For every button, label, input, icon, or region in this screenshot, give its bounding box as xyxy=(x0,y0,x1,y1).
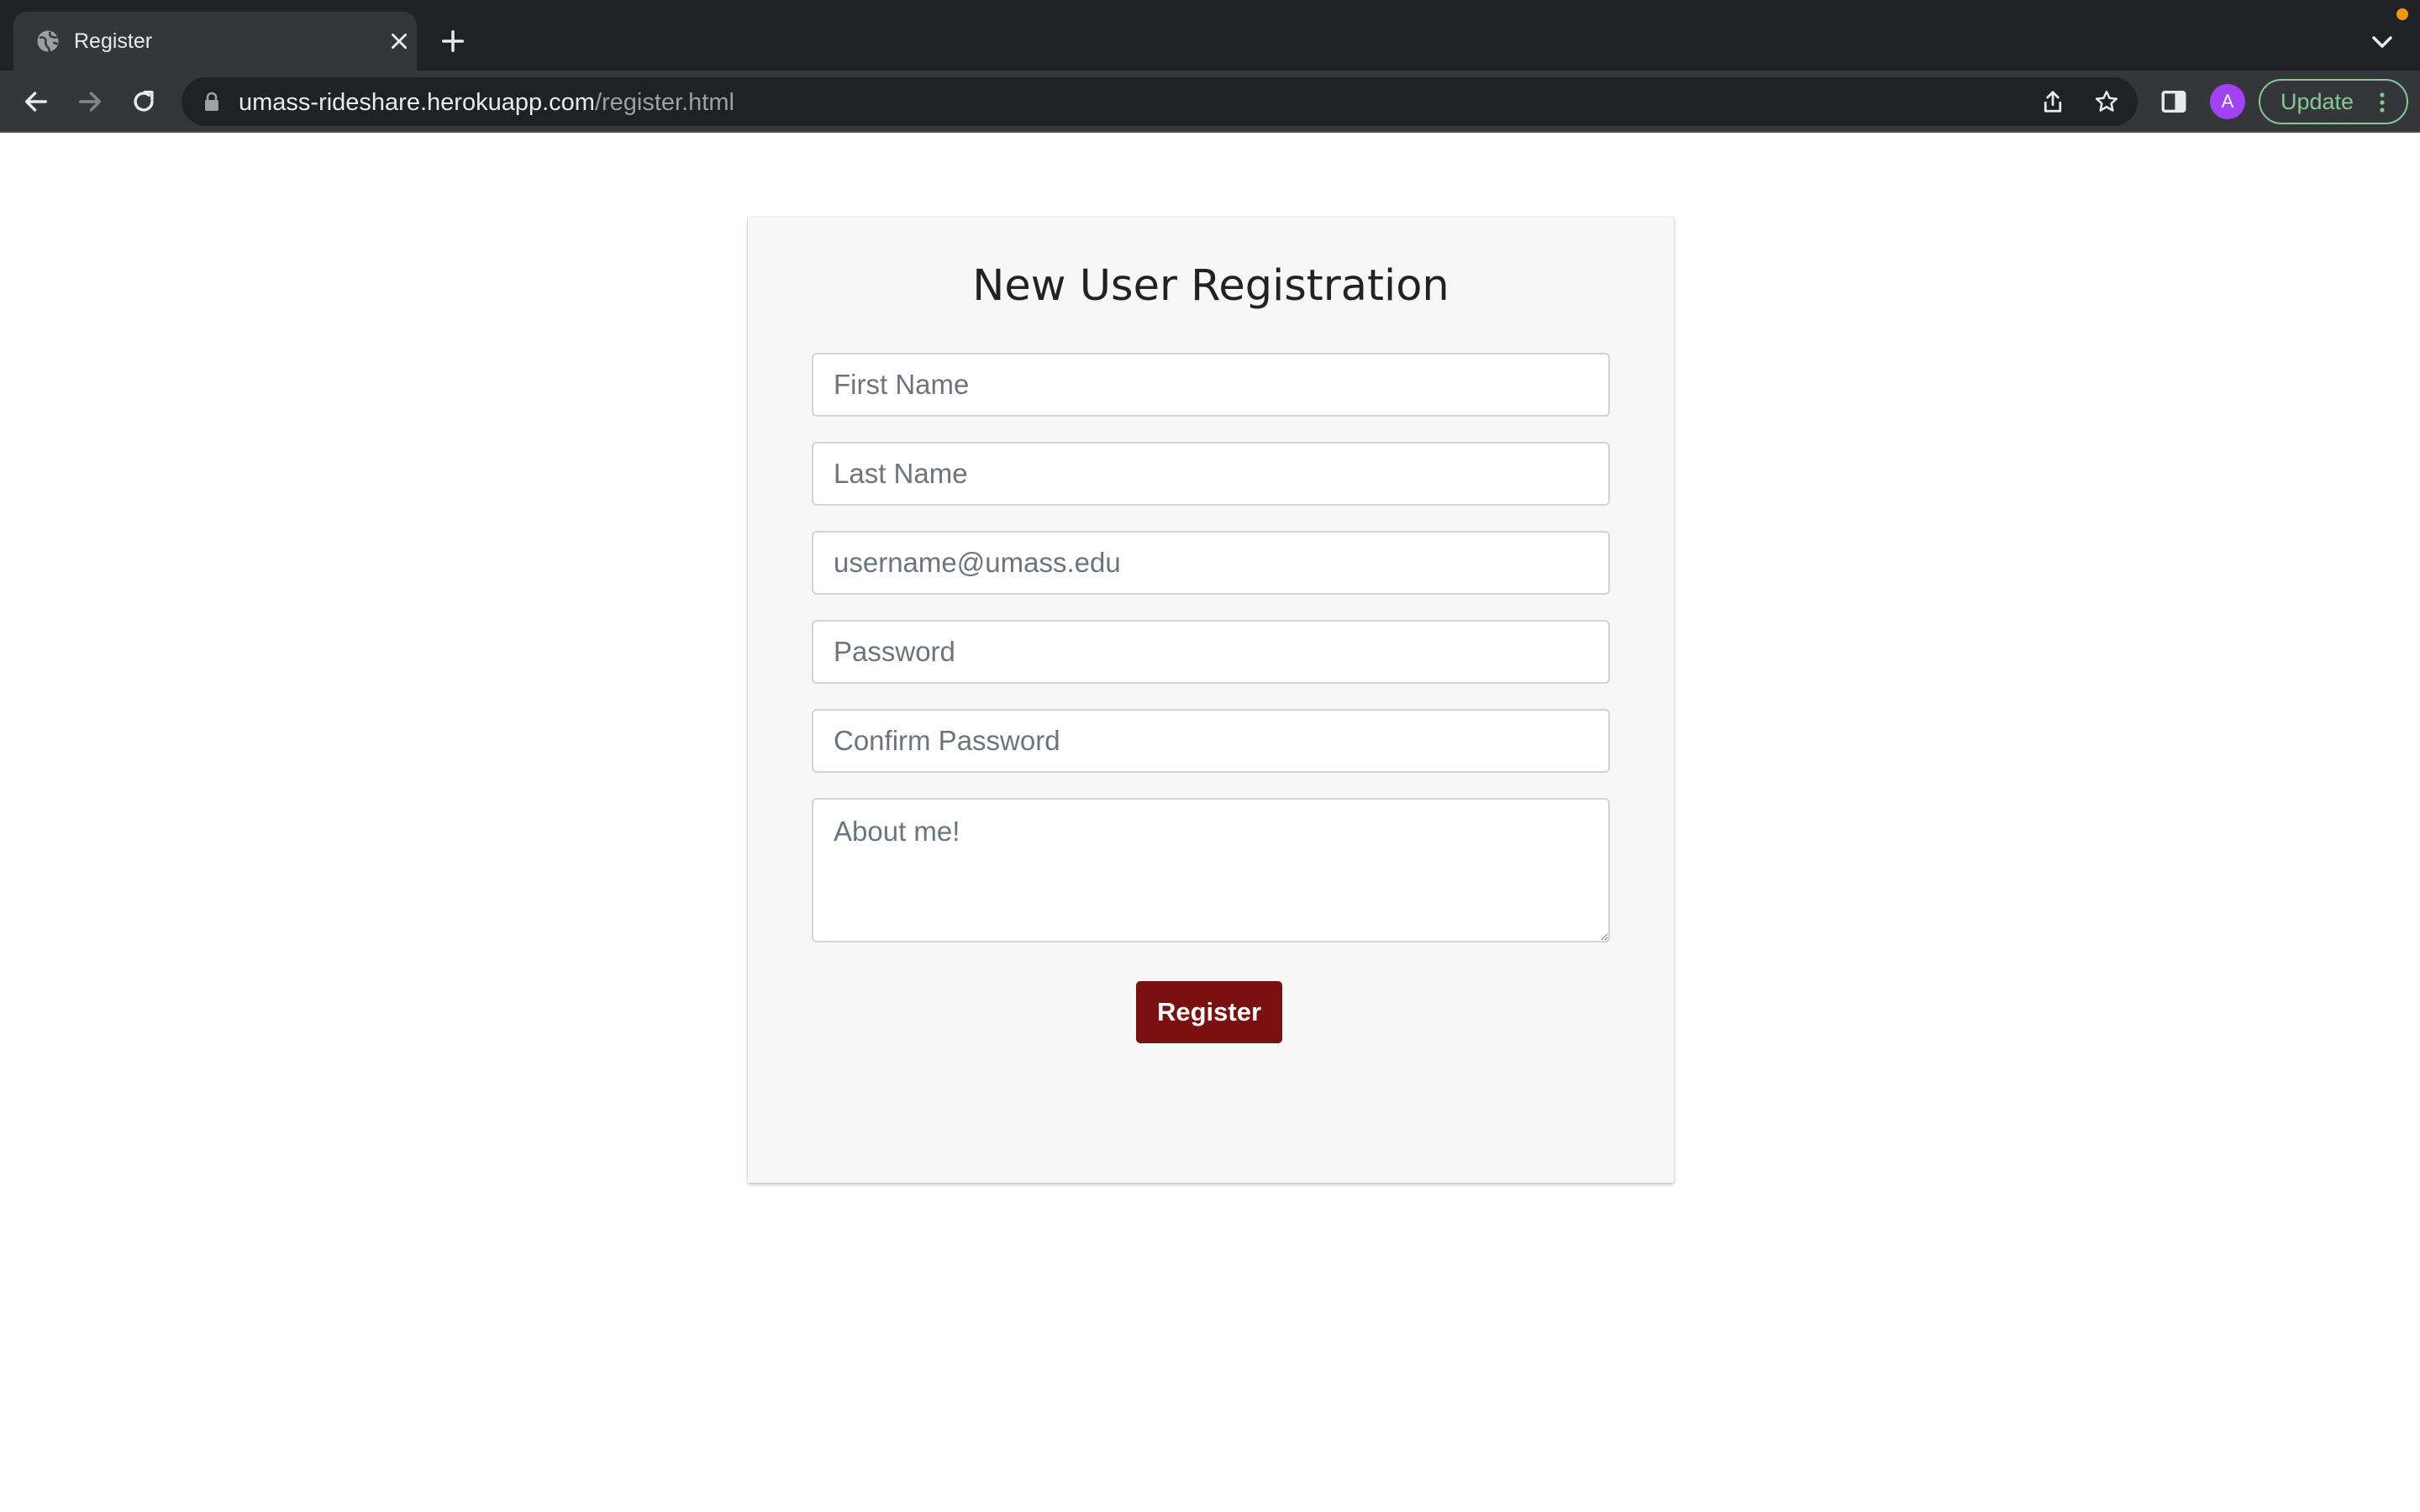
url-text[interactable]: umass-rideshare.herokuapp.com/register.h… xyxy=(239,88,734,117)
first-name-input[interactable] xyxy=(812,353,1610,417)
password-input[interactable] xyxy=(812,620,1610,684)
star-icon[interactable] xyxy=(2094,89,2119,114)
tab-title: Register xyxy=(74,29,153,53)
globe-icon xyxy=(37,30,59,53)
side-panel-icon[interactable] xyxy=(2160,87,2188,116)
update-button[interactable]: Update xyxy=(2259,79,2408,124)
browser-tab-register[interactable]: Register xyxy=(13,12,417,71)
page-title: New User Registration xyxy=(972,261,1449,311)
chevron-down-icon[interactable] xyxy=(2370,32,2395,52)
lock-icon[interactable] xyxy=(203,92,220,112)
confirm-password-input[interactable] xyxy=(812,709,1610,773)
reload-icon[interactable] xyxy=(129,87,158,116)
tab-strip: Register xyxy=(0,0,2420,71)
update-button-label: Update xyxy=(2281,89,2354,114)
forward-arrow-icon[interactable] xyxy=(76,87,104,116)
share-icon[interactable] xyxy=(2040,89,2065,114)
register-button[interactable]: Register xyxy=(1136,981,1282,1043)
close-icon[interactable] xyxy=(388,30,410,52)
browser-toolbar: umass-rideshare.herokuapp.com/register.h… xyxy=(0,71,2420,133)
email-input[interactable] xyxy=(812,531,1610,595)
back-arrow-icon[interactable] xyxy=(22,87,50,116)
url-host: umass-rideshare.herokuapp.com xyxy=(239,89,595,116)
notification-dot xyxy=(2396,8,2408,20)
registration-card: New User Registration Register xyxy=(748,217,1674,1183)
kebab-menu-icon xyxy=(2380,92,2385,113)
avatar[interactable]: A xyxy=(2210,84,2245,119)
address-bar[interactable]: umass-rideshare.herokuapp.com/register.h… xyxy=(182,77,2138,126)
plus-icon[interactable] xyxy=(440,29,466,54)
last-name-input[interactable] xyxy=(812,442,1610,506)
about-me-textarea[interactable] xyxy=(812,798,1610,942)
url-path: /register.html xyxy=(594,89,734,116)
